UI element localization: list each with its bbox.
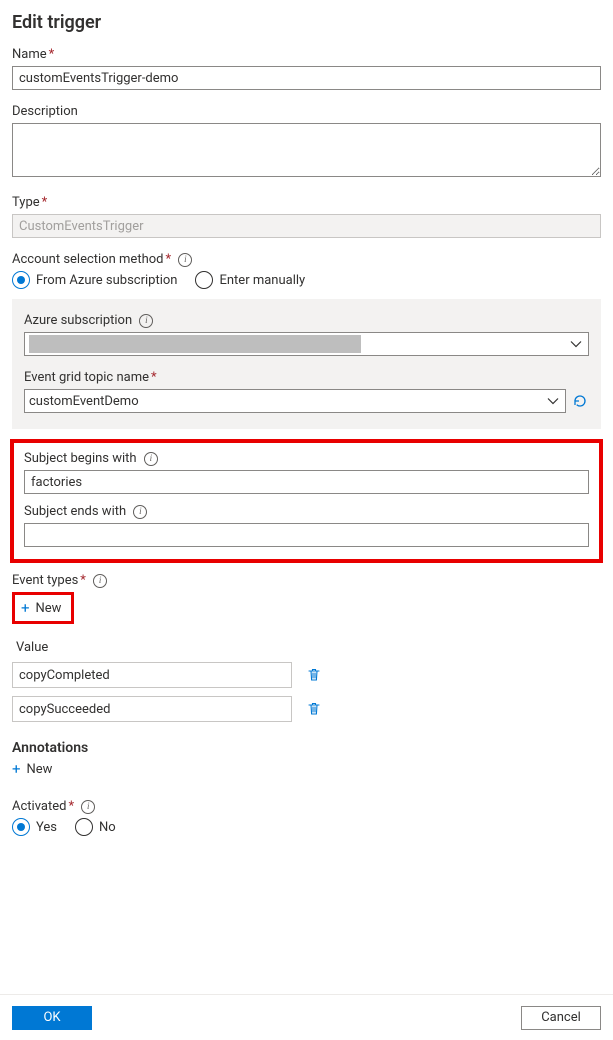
event-types-value-header: Value: [12, 634, 312, 662]
azure-subscription-label: Azure subscription i: [24, 313, 589, 328]
radio-yes-label: Yes: [36, 820, 57, 835]
subject-begins-label: Subject begins with i: [24, 451, 589, 466]
footer: OK Cancel: [0, 994, 613, 1040]
radio-enter-manually[interactable]: Enter manually: [195, 271, 305, 289]
redacted-value: [29, 335, 361, 353]
highlighted-new-event-type: + New: [12, 592, 74, 624]
plus-icon: +: [12, 762, 21, 777]
plus-icon: +: [21, 601, 30, 616]
radio-activated-no[interactable]: No: [75, 818, 116, 836]
info-icon[interactable]: i: [178, 253, 192, 267]
new-event-type-label: New: [36, 601, 62, 616]
account-selection-label: Account selection method* i: [12, 252, 601, 267]
new-event-type-button[interactable]: + New: [17, 597, 69, 619]
info-icon[interactable]: i: [133, 505, 147, 519]
new-annotation-button[interactable]: + New: [12, 760, 52, 779]
new-annotation-label: New: [27, 762, 53, 777]
delete-icon[interactable]: [306, 699, 322, 719]
table-row: [12, 662, 312, 688]
info-icon[interactable]: i: [139, 314, 153, 328]
name-input[interactable]: [12, 66, 601, 90]
panel-title: Edit trigger: [12, 12, 601, 33]
description-textarea[interactable]: [12, 123, 601, 177]
type-label: Type*: [12, 195, 601, 210]
chevron-down-icon: [570, 338, 582, 350]
info-icon[interactable]: i: [81, 800, 95, 814]
radio-from-subscription-label: From Azure subscription: [36, 273, 177, 288]
table-row: [12, 696, 312, 722]
radio-activated-yes[interactable]: Yes: [12, 818, 57, 836]
delete-icon[interactable]: [306, 665, 322, 685]
subject-begins-input[interactable]: [24, 470, 589, 494]
chevron-down-icon: [547, 395, 559, 407]
azure-subscription-dropdown[interactable]: [24, 332, 589, 356]
info-icon[interactable]: i: [93, 574, 107, 588]
radio-from-subscription[interactable]: From Azure subscription: [12, 271, 177, 289]
event-grid-topic-dropdown[interactable]: customEventDemo: [24, 389, 566, 413]
activated-label: Activated* i: [12, 799, 601, 814]
event-grid-topic-label: Event grid topic name*: [24, 370, 589, 385]
info-icon[interactable]: i: [144, 452, 158, 466]
event-type-input[interactable]: [12, 696, 292, 722]
name-label: Name*: [12, 47, 601, 62]
description-label: Description: [12, 104, 601, 119]
radio-enter-manually-label: Enter manually: [219, 273, 305, 288]
event-type-input[interactable]: [12, 662, 292, 688]
type-input: [12, 214, 601, 238]
event-grid-topic-value: customEventDemo: [29, 394, 139, 409]
refresh-icon[interactable]: [572, 392, 589, 410]
subject-ends-label: Subject ends with i: [24, 504, 589, 519]
highlighted-subject-section: Subject begins with i Subject ends with …: [10, 439, 603, 563]
subject-ends-input[interactable]: [24, 523, 589, 547]
ok-button[interactable]: OK: [12, 1006, 92, 1030]
radio-no-label: No: [99, 820, 116, 835]
annotations-heading: Annotations: [12, 740, 601, 756]
event-types-label: Event types* i: [12, 573, 601, 588]
cancel-button[interactable]: Cancel: [521, 1006, 601, 1030]
